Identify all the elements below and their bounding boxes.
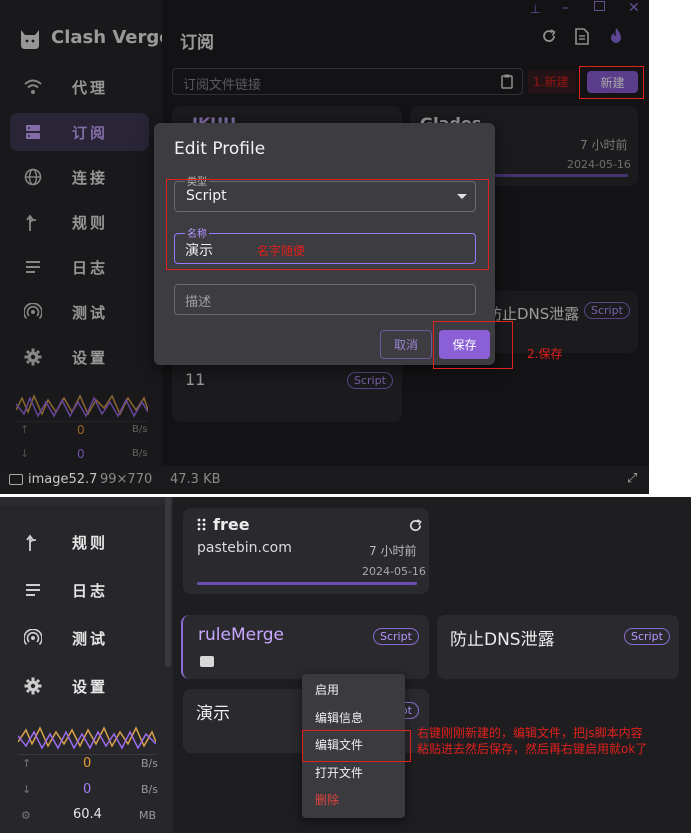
menu-item-delete[interactable]: 删除 (302, 787, 405, 815)
clipped-nav-item (0, 497, 173, 505)
file-icon (200, 656, 214, 667)
image-icon (9, 474, 23, 485)
image-size: 47.3 KB (170, 472, 221, 487)
divider (18, 754, 156, 755)
profile-card-selected[interactable]: ruleMerge Script (181, 615, 429, 679)
screenshot-bottom: 规则 日志 测试 设置 ↑ 0 B/s ↓ 0 B/s ⚙ 60.4 MB fr… (0, 497, 691, 833)
menu-item-open-file[interactable]: 打开文件 (302, 760, 405, 788)
memory-unit: MB (139, 809, 157, 822)
profile-name: ruleMerge (198, 625, 285, 645)
radar-icon (24, 629, 42, 647)
main-panel: free pastebin.com 7 小时前 2024-05-16 ruleM… (173, 497, 691, 833)
annotation-box-new (579, 66, 644, 99)
profile-name: free (213, 515, 250, 534)
sidebar-item-label: 规则 (72, 533, 109, 552)
annotation-note-line2: 粘贴进去然后保存，然后再右键启用就ok了 (417, 742, 648, 756)
sidebar-item-label: 测试 (72, 629, 109, 648)
annotation-box-save (433, 321, 513, 369)
expand-icon[interactable]: ⤢ (627, 471, 637, 486)
profile-card[interactable]: 防止DNS泄露 Script (437, 615, 679, 679)
download-unit: B/s (141, 783, 158, 796)
memory-icon: ⚙ (21, 809, 31, 822)
upload-unit: B/s (141, 757, 158, 770)
list-icon (24, 581, 42, 599)
profile-card[interactable]: free pastebin.com 7 小时前 2024-05-16 (183, 508, 429, 594)
sidebar-item-settings[interactable]: 设置 (10, 667, 160, 705)
dialog-title: Edit Profile (174, 139, 266, 159)
upload-arrow-icon: ↑ (22, 757, 32, 770)
profile-url: pastebin.com (197, 540, 292, 556)
annotation-box-edit-file (302, 730, 411, 762)
profile-name: 防止DNS泄露 (450, 630, 555, 650)
download-speed: 0 (83, 782, 92, 797)
image-dims: 99×770 (100, 472, 153, 487)
sidebar-item-test[interactable]: 测试 (10, 619, 160, 657)
sidebar-item-rules[interactable]: 规则 (10, 523, 160, 561)
description-field[interactable]: 描述 (174, 284, 476, 315)
sidebar-item-logs[interactable]: 日志 (10, 571, 160, 609)
image-info-bar: image52.7 99×770 47.3 KB ⤢ (0, 466, 649, 494)
upload-speed: 0 (83, 756, 92, 771)
script-badge: Script (373, 628, 419, 645)
profile-updated: 7 小时前 (369, 544, 417, 558)
usage-bar (197, 582, 417, 585)
description-placeholder: 描述 (185, 295, 212, 310)
screenshot-top: Clash Verge 代理 订阅 连接 规则 日志 测试 设置 ↑ 0 B/s… (0, 0, 649, 494)
script-badge: Script (624, 628, 670, 645)
memory-usage: 60.4 (73, 807, 102, 822)
route-icon (24, 533, 42, 551)
refresh-icon[interactable] (408, 518, 423, 533)
sidebar: 规则 日志 测试 设置 ↑ 0 B/s ↓ 0 B/s ⚙ 60.4 MB (0, 497, 173, 833)
gear-icon (24, 677, 42, 695)
profile-date: 2024-05-16 (362, 565, 426, 578)
download-arrow-icon: ↓ (22, 783, 32, 796)
image-name: image52.7 (28, 472, 98, 487)
drag-handle-icon[interactable] (197, 518, 206, 531)
sidebar-item-label: 日志 (72, 581, 109, 600)
sidebar-item-label: 设置 (72, 677, 109, 696)
menu-item-enable[interactable]: 启用 (302, 677, 405, 705)
menu-item-edit-info[interactable]: 编辑信息 (302, 705, 405, 733)
traffic-graph (18, 724, 156, 750)
annotation-step2: 2.保存 (527, 347, 563, 361)
annotation-note-line1: 右键刚刚新建的，编辑文件，把js脚本内容 (417, 726, 643, 740)
sidebar-scrollbar[interactable] (165, 497, 171, 667)
annotation-box-fields (166, 179, 489, 270)
profile-name: 演示 (196, 704, 230, 724)
cancel-button[interactable]: 取消 (380, 330, 432, 359)
